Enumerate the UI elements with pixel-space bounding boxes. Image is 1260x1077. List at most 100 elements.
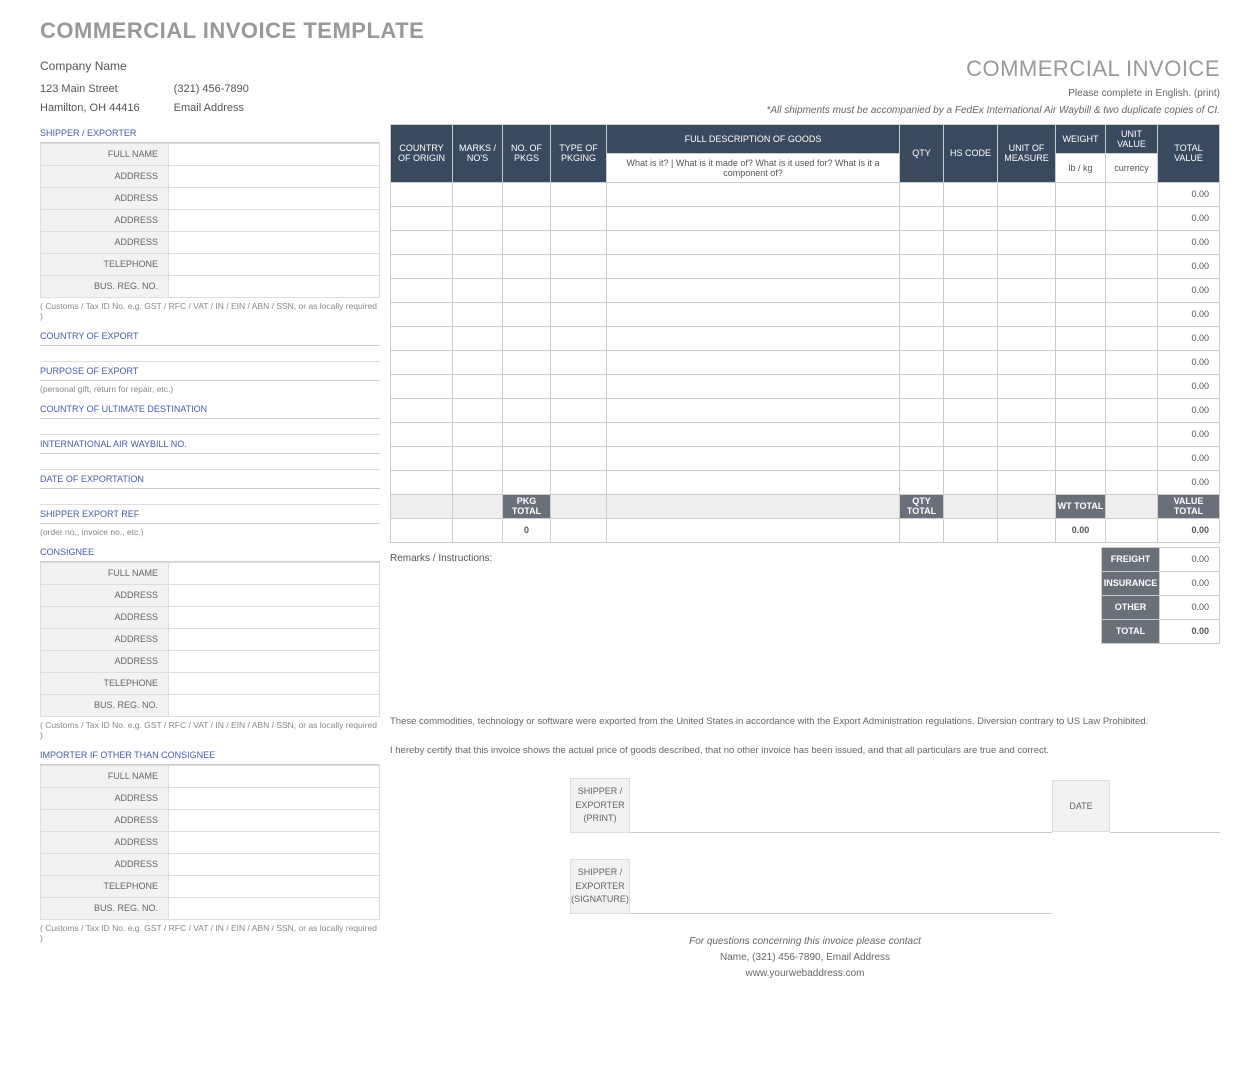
goods-cell[interactable] xyxy=(944,326,998,350)
goods-cell[interactable] xyxy=(998,278,1056,302)
goods-cell[interactable] xyxy=(391,398,453,422)
goods-cell[interactable] xyxy=(391,422,453,446)
goods-cell[interactable] xyxy=(391,446,453,470)
date-export-input[interactable] xyxy=(40,489,380,505)
goods-cell[interactable] xyxy=(391,374,453,398)
goods-cell[interactable] xyxy=(944,278,998,302)
sig-print-line[interactable] xyxy=(630,778,1052,833)
goods-cell[interactable] xyxy=(944,206,998,230)
goods-cell[interactable] xyxy=(1106,326,1158,350)
goods-cell[interactable] xyxy=(551,182,607,206)
goods-cell[interactable] xyxy=(998,302,1056,326)
goods-cell[interactable] xyxy=(551,422,607,446)
goods-cell[interactable] xyxy=(900,230,944,254)
goods-cell[interactable] xyxy=(900,206,944,230)
goods-cell[interactable] xyxy=(944,470,998,494)
goods-cell[interactable] xyxy=(1056,446,1106,470)
shipper-addr1[interactable] xyxy=(169,165,380,187)
goods-cell[interactable] xyxy=(1106,446,1158,470)
goods-cell[interactable] xyxy=(453,446,503,470)
goods-cell[interactable] xyxy=(551,254,607,278)
goods-cell[interactable] xyxy=(1056,182,1106,206)
goods-cell[interactable] xyxy=(1056,254,1106,278)
goods-cell[interactable] xyxy=(453,182,503,206)
goods-cell[interactable] xyxy=(607,182,900,206)
goods-cell[interactable] xyxy=(391,278,453,302)
goods-cell[interactable] xyxy=(551,446,607,470)
goods-cell[interactable] xyxy=(503,446,551,470)
goods-cell[interactable] xyxy=(391,326,453,350)
goods-cell[interactable] xyxy=(900,470,944,494)
goods-cell[interactable] xyxy=(551,398,607,422)
goods-cell[interactable] xyxy=(503,182,551,206)
goods-cell[interactable] xyxy=(453,350,503,374)
goods-cell[interactable] xyxy=(998,470,1056,494)
goods-cell[interactable] xyxy=(453,398,503,422)
goods-cell[interactable] xyxy=(503,422,551,446)
goods-cell[interactable] xyxy=(944,182,998,206)
goods-cell[interactable] xyxy=(998,422,1056,446)
goods-cell[interactable] xyxy=(1056,302,1106,326)
goods-cell[interactable] xyxy=(1056,374,1106,398)
goods-cell[interactable] xyxy=(1056,470,1106,494)
sig-date-line[interactable] xyxy=(1110,778,1220,833)
goods-cell[interactable] xyxy=(607,206,900,230)
goods-cell[interactable] xyxy=(944,302,998,326)
goods-cell[interactable] xyxy=(944,446,998,470)
goods-cell[interactable] xyxy=(503,350,551,374)
goods-cell[interactable] xyxy=(503,254,551,278)
goods-cell[interactable] xyxy=(1106,398,1158,422)
goods-cell[interactable] xyxy=(607,254,900,278)
goods-cell[interactable] xyxy=(453,230,503,254)
goods-cell[interactable] xyxy=(1056,278,1106,302)
goods-cell[interactable] xyxy=(453,206,503,230)
goods-cell[interactable] xyxy=(998,398,1056,422)
goods-cell[interactable] xyxy=(607,374,900,398)
goods-cell[interactable] xyxy=(391,254,453,278)
goods-cell[interactable] xyxy=(900,254,944,278)
goods-cell[interactable] xyxy=(1056,206,1106,230)
goods-cell[interactable] xyxy=(1106,230,1158,254)
goods-cell[interactable] xyxy=(503,278,551,302)
goods-cell[interactable] xyxy=(1056,326,1106,350)
goods-cell[interactable] xyxy=(607,302,900,326)
goods-cell[interactable] xyxy=(503,398,551,422)
goods-cell[interactable] xyxy=(998,350,1056,374)
country-export-input[interactable] xyxy=(40,346,380,362)
goods-cell[interactable] xyxy=(998,206,1056,230)
goods-cell[interactable] xyxy=(453,326,503,350)
goods-cell[interactable] xyxy=(944,374,998,398)
goods-cell[interactable] xyxy=(503,374,551,398)
goods-cell[interactable] xyxy=(551,278,607,302)
goods-cell[interactable] xyxy=(1106,350,1158,374)
goods-cell[interactable] xyxy=(1106,254,1158,278)
goods-cell[interactable] xyxy=(607,350,900,374)
goods-cell[interactable] xyxy=(1106,182,1158,206)
goods-cell[interactable] xyxy=(1106,278,1158,302)
goods-cell[interactable] xyxy=(900,350,944,374)
goods-cell[interactable] xyxy=(900,422,944,446)
goods-cell[interactable] xyxy=(453,302,503,326)
goods-cell[interactable] xyxy=(453,278,503,302)
goods-cell[interactable] xyxy=(1056,398,1106,422)
goods-cell[interactable] xyxy=(607,230,900,254)
goods-cell[interactable] xyxy=(607,422,900,446)
goods-cell[interactable] xyxy=(998,254,1056,278)
goods-cell[interactable] xyxy=(551,350,607,374)
goods-cell[interactable] xyxy=(453,374,503,398)
shipper-fullname[interactable] xyxy=(169,143,380,165)
goods-cell[interactable] xyxy=(391,350,453,374)
goods-cell[interactable] xyxy=(900,326,944,350)
goods-cell[interactable] xyxy=(998,326,1056,350)
goods-cell[interactable] xyxy=(391,182,453,206)
goods-cell[interactable] xyxy=(453,422,503,446)
goods-cell[interactable] xyxy=(1106,302,1158,326)
goods-cell[interactable] xyxy=(900,398,944,422)
goods-cell[interactable] xyxy=(551,326,607,350)
goods-cell[interactable] xyxy=(944,350,998,374)
goods-cell[interactable] xyxy=(1106,470,1158,494)
goods-cell[interactable] xyxy=(1106,206,1158,230)
goods-cell[interactable] xyxy=(900,446,944,470)
air-waybill-input[interactable] xyxy=(40,454,380,470)
goods-cell[interactable] xyxy=(607,278,900,302)
